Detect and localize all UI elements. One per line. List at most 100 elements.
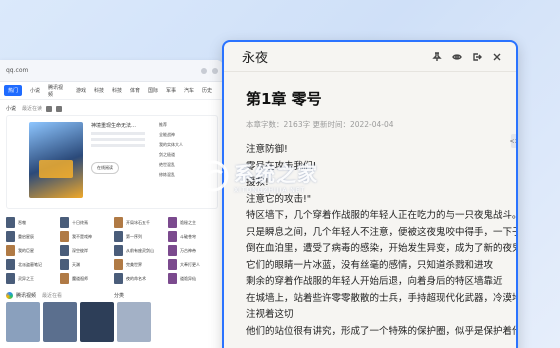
book-thumb <box>60 273 69 284</box>
list-item[interactable]: 天渊 <box>60 259 110 270</box>
book-title: 吞噬 <box>18 219 26 225</box>
novel-section-subtitle[interactable]: 最近在读 <box>22 105 42 112</box>
read-online-button[interactable]: 在线阅读 <box>91 162 119 174</box>
profile-icon[interactable] <box>201 67 207 74</box>
video-section-subtitle[interactable]: 最近在看 <box>42 292 62 299</box>
book-title: 天渊 <box>72 261 80 267</box>
list-item[interactable]: 从前有座灵剑山 <box>114 245 164 256</box>
tab-tech-2[interactable]: 科技 <box>112 87 122 94</box>
tab-game[interactable]: 游戏 <box>76 87 86 94</box>
text-line <box>91 138 146 141</box>
book-thumb <box>6 259 15 270</box>
book-title: 万古神帝 <box>180 247 196 253</box>
category-label[interactable]: 分类 <box>114 292 124 299</box>
book-title: 开局冰石五千 <box>126 219 150 225</box>
recommend-label: 推荐 <box>159 122 167 127</box>
video-section-title: 腾讯视频 <box>16 293 37 299</box>
tab-sports[interactable]: 体育 <box>130 87 140 94</box>
video-thumbnail[interactable] <box>80 302 114 342</box>
paragraph: 它们的眼睛一片冰蓝，没有丝毫的感情，只知道杀戮和进攻 <box>246 259 494 271</box>
tab-world[interactable]: 国际 <box>148 87 158 94</box>
list-item[interactable]: 吞噬 <box>6 217 56 228</box>
tab-video[interactable]: 腾讯视频 <box>48 84 68 98</box>
address-bar[interactable]: qq.com <box>0 60 224 82</box>
pin-icon[interactable] <box>430 50 444 64</box>
book-title: 北派盗墓笔记 <box>18 261 42 267</box>
tab-military[interactable]: 军事 <box>166 87 176 94</box>
book-title: 斗破苍穹 <box>180 233 196 239</box>
chapter-meta: 本章字数：2163字 更新时间：2022-04-04 <box>246 120 394 129</box>
book-thumb <box>168 231 177 242</box>
text-line <box>91 144 146 147</box>
list-item[interactable]: 开局冰石五千 <box>114 217 164 228</box>
list-item[interactable]: 魔道祖师 <box>60 273 110 284</box>
book-title: 从前有座灵剑山 <box>126 247 154 253</box>
browser-window: qq.com 热门 小说 腾讯视频 游戏 科技 科技 体育 国际 军事 汽车 历… <box>0 60 224 348</box>
tab-history[interactable]: 历史 <box>202 87 212 94</box>
close-icon[interactable] <box>490 50 504 64</box>
list-item[interactable]: 道诡异仙 <box>168 273 218 284</box>
list-item[interactable]: 重启星辰 <box>6 231 56 242</box>
book-thumb <box>6 245 15 256</box>
list-item[interactable]: 大奉打更人 <box>168 259 218 270</box>
list-item[interactable]: 万古神帝 <box>168 245 218 256</box>
novel-section-header: 小说 最近在读 <box>0 100 224 115</box>
recommend-item[interactable]: 全能战神 <box>159 132 211 138</box>
book-thumb-icon[interactable] <box>56 105 63 112</box>
list-item[interactable]: 斗破苍穹 <box>168 231 218 242</box>
book-thumb <box>114 231 123 242</box>
list-item[interactable]: 北派盗墓笔记 <box>6 259 56 270</box>
recommend-item[interactable]: 修炼混乱 <box>159 172 211 178</box>
video-thumbnail[interactable] <box>43 302 77 342</box>
text-line <box>91 132 146 135</box>
video-thumbnail[interactable] <box>117 302 151 342</box>
video-thumbnail[interactable] <box>6 302 40 342</box>
book-thumb <box>168 245 177 256</box>
menu-icon[interactable] <box>212 67 218 74</box>
paragraph: 他们的站位很有讲究，形成了一个特殊的保护圈，似乎是保护着什 <box>246 325 518 337</box>
book-thumb <box>60 245 69 256</box>
book-thumb <box>60 231 69 242</box>
list-item[interactable]: 我不是戏神 <box>60 231 110 242</box>
paragraph: 剩余的穿着作战服的年轻人开始后退，向着身后的特区墙靠近 <box>246 276 503 287</box>
list-item[interactable]: 灵异之王 <box>6 273 56 284</box>
book-thumb <box>168 259 177 270</box>
tab-novel[interactable]: 小说 <box>30 87 40 94</box>
list-item[interactable]: 十日终焉 <box>60 217 110 228</box>
book-thumb <box>6 273 15 284</box>
featured-title[interactable]: 神境重现生命无法… <box>91 122 159 129</box>
book-title: 诡秘之主 <box>180 219 196 225</box>
list-item[interactable]: 完美世界 <box>114 259 164 270</box>
book-title: 夜的命名术 <box>126 275 146 281</box>
book-thumb-icon[interactable] <box>46 105 53 112</box>
book-thumb <box>114 245 123 256</box>
featured-info: 神境重现生命无法… 在线阅读 <box>83 122 159 202</box>
paragraph: 注视着这切 <box>246 309 294 320</box>
book-title: 灵异之王 <box>18 275 34 281</box>
book-grid: 吞噬 十日终焉 开局冰石五千 诡秘之主 重启星辰 我不是戏神 第一序列 斗破苍穹… <box>0 209 224 284</box>
recommend-item[interactable]: 绝世混乱 <box>159 162 211 168</box>
book-title: 重启星辰 <box>18 233 34 239</box>
recommend-item[interactable]: 剑之极道 <box>159 152 211 158</box>
recommend-item[interactable]: 我的实体大人 <box>159 142 211 148</box>
paragraph: 注意防御! <box>246 144 288 155</box>
book-thumb <box>114 259 123 270</box>
url-text[interactable]: qq.com <box>6 67 196 74</box>
book-thumb <box>114 273 123 284</box>
eye-icon[interactable] <box>450 50 464 64</box>
book-thumb <box>168 273 177 284</box>
tab-auto[interactable]: 汽车 <box>184 87 194 94</box>
list-item[interactable]: 诡秘之主 <box>168 217 218 228</box>
paragraph: 在城墙上，站着些许零零散散的士兵，手持超现代化武器，冷漠地 <box>246 292 518 304</box>
list-item[interactable]: 夜的命名术 <box>114 273 164 284</box>
list-item[interactable]: 我的巨星 <box>6 245 56 256</box>
paragraph: 注意它的攻击!" <box>246 193 312 205</box>
chapter-title: 第1章 零号 <box>246 90 322 108</box>
list-item[interactable]: 第一序列 <box>114 231 164 242</box>
book-cover-image[interactable] <box>29 122 83 198</box>
list-item[interactable]: 深空彼岸 <box>60 245 110 256</box>
tab-tech[interactable]: 科技 <box>94 87 104 94</box>
expand-handle[interactable]: <> <box>509 134 516 148</box>
exit-icon[interactable] <box>470 50 484 64</box>
tab-hot[interactable]: 热门 <box>4 85 22 96</box>
